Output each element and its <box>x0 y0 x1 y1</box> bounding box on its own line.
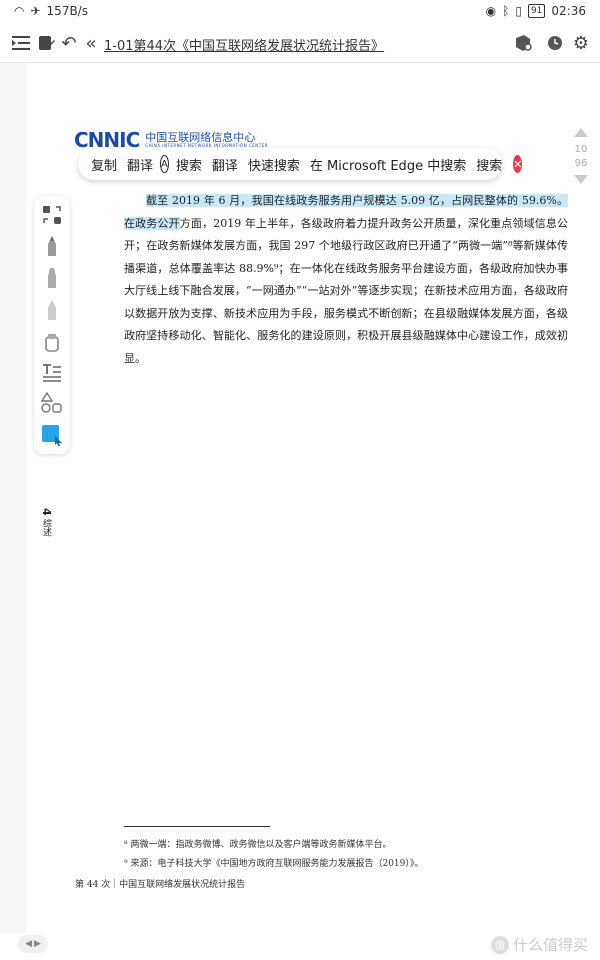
eye-icon: ◉ <box>485 4 497 18</box>
annotation-palette <box>34 196 70 454</box>
document-title[interactable]: 1-01第44次《中国互联网络发展状况统计报告》 <box>104 35 384 54</box>
footnote-divider <box>124 826 270 827</box>
marker-icon[interactable] <box>41 300 63 322</box>
pencil-icon[interactable] <box>41 268 63 290</box>
selected-text-line2[interactable]: 公开 <box>157 216 180 230</box>
section-number: 4 <box>40 508 53 516</box>
status-bar: ◠ ✈ 157B/s ◉ ᛒ ▯ 91 02:36 <box>0 0 600 24</box>
toc-icon[interactable] <box>10 32 32 54</box>
copy-menu-item[interactable]: 复制 <box>86 155 122 174</box>
page-footer: 第 44 次｜中国互联网络发展状况统计报告 <box>75 880 246 890</box>
network-speed: 157B/s <box>46 4 88 18</box>
reader-toolbar: ↶ « 1-01第44次《中国互联网络发展状况统计报告》 ⚙ <box>0 26 600 63</box>
translate-menu-item-2[interactable]: 翻译 <box>207 155 243 174</box>
bluetooth-icon: ᛒ <box>502 4 510 18</box>
document-body[interactable]: 截至 2019 年 6 月，我国在线政务服务用户规模达 5.09 亿，占网民整体… <box>124 190 568 370</box>
page-nav-button[interactable]: ◀ ▶ <box>18 935 48 953</box>
clock-icon[interactable] <box>544 32 566 54</box>
footnote-8: ⁸ 两微一端：指政务微博、政务微信以及客户端等政务新媒体平台。 <box>124 840 392 850</box>
back-chevron-icon[interactable]: « <box>80 32 102 54</box>
search-menu-item[interactable]: 搜索 <box>171 155 207 174</box>
current-page: 10 <box>574 144 588 155</box>
circle-a-icon[interactable]: A <box>160 155 169 173</box>
footnote-9: ⁹ 来源：电子科技大学《中国地方政府互联网服务能力发展报告（2019）》。 <box>124 859 424 869</box>
page-up-icon[interactable] <box>574 128 588 137</box>
page-edge <box>0 63 27 933</box>
section-label: 综述 <box>41 518 51 537</box>
prev-page-icon[interactable]: ◀ <box>25 939 32 949</box>
shapes-icon[interactable] <box>41 392 63 414</box>
paragraph[interactable]: 截至 2019 年 6 月，我国在线政务服务用户规模达 5.09 亿，占网民整体… <box>124 190 568 370</box>
edge-search-menu-item[interactable]: 在 Microsoft Edge 中搜索 <box>305 155 471 174</box>
page-scroller: 10 96 <box>571 128 591 196</box>
page-down-icon[interactable] <box>574 175 588 184</box>
logo-cn-name: 中国互联网络信息中心 <box>145 131 256 144</box>
watermark-logo-icon: 值 <box>490 935 509 954</box>
select-area-icon[interactable] <box>41 424 63 446</box>
app-switch-icon[interactable] <box>512 32 534 54</box>
eraser-icon[interactable] <box>41 332 63 354</box>
quick-search-menu-item[interactable]: 快速搜索 <box>243 155 305 174</box>
section-side-label: 4 综述 <box>40 508 53 537</box>
annotation-icon[interactable] <box>36 32 58 54</box>
wifi-icon: ◠ <box>14 4 25 18</box>
text-selection-menu: 复制 翻译 A 搜索 翻译 快速搜索 在 Microsoft Edge 中搜索 … <box>78 148 523 180</box>
pen-icon[interactable] <box>41 236 63 258</box>
total-pages: 96 <box>574 158 588 169</box>
close-menu-icon[interactable]: ✕ <box>513 155 523 173</box>
settings-gear-icon[interactable]: ⚙ <box>570 32 592 54</box>
battery-indicator: 91 <box>527 4 546 18</box>
watermark-text: 什么值得买 <box>512 936 588 954</box>
lasso-select-icon[interactable] <box>41 204 63 226</box>
airplane-icon: ✈ <box>30 4 41 18</box>
next-page-icon[interactable]: ▶ <box>34 939 41 949</box>
translate-menu-item[interactable]: 翻译 <box>122 155 158 174</box>
clock-time: 02:36 <box>551 4 586 18</box>
vibrate-icon: ▯ <box>515 4 522 18</box>
paragraph-rest[interactable]: 方面，2019 年上半年，各级政府着力提升政务公开质量，深化重点领域信息公开；在… <box>124 217 568 365</box>
watermark: 值 什么值得买 <box>490 934 588 955</box>
undo-icon[interactable]: ↶ <box>58 32 80 54</box>
search-menu-item-2[interactable]: 搜索 <box>471 155 507 174</box>
text-tool-icon[interactable] <box>41 362 63 384</box>
